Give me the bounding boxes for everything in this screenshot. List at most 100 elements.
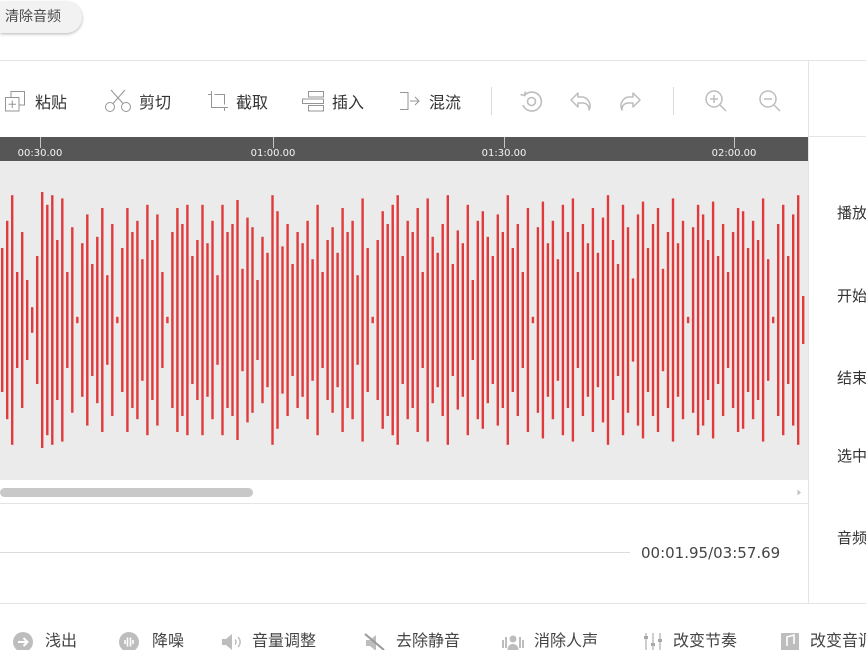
waveform-bar (691, 227, 695, 413)
waveform-bar (431, 236, 434, 404)
waveform-bar (251, 227, 254, 413)
ruler-tick-label: 01:00.00 (250, 148, 296, 159)
scrollbar-thumb[interactable] (0, 488, 253, 497)
zoom-in-button[interactable] (703, 86, 729, 116)
toolbar-separator (491, 87, 492, 115)
denoise-button[interactable]: 降噪 (118, 631, 184, 650)
ruler-tick (40, 137, 41, 148)
waveform-bar (121, 248, 124, 392)
zoom-out-button[interactable] (757, 86, 783, 116)
trim-button[interactable]: 截取 (206, 86, 268, 116)
remove-silence-button[interactable]: 去除静音 (362, 631, 460, 650)
waveform-bar (286, 224, 289, 416)
waveform-bar (496, 214, 499, 426)
waveform-bar (271, 195, 274, 445)
waveform-bar (621, 204, 625, 436)
zoom-in-icon (705, 90, 727, 112)
waveform-bar (76, 316, 79, 324)
waveform-bar (66, 272, 69, 368)
paste-icon (5, 91, 25, 112)
insert-icon (302, 91, 324, 112)
side-label-selected: 选中 (837, 447, 866, 465)
waveform-bar (61, 198, 64, 442)
scissors-icon (105, 89, 131, 112)
waveform-bar (736, 208, 740, 432)
waveform-bar (641, 201, 645, 439)
waveform-bar (81, 243, 84, 397)
waveform-bar (71, 227, 74, 413)
waveform-area[interactable] (0, 161, 808, 480)
waveform-bar (56, 240, 59, 400)
waveform-bar (787, 256, 790, 384)
waveform-bar (256, 280, 259, 360)
fade-out-button[interactable]: 浅出 (12, 631, 77, 650)
waveform-bar (21, 232, 24, 408)
waveform-bar (201, 204, 204, 436)
paste-button[interactable]: 粘贴 (3, 86, 67, 116)
timeline-ruler[interactable]: 00:30.00 01:00.00 01:30.00 02:00.00 (0, 137, 808, 161)
remove-silence-label: 去除静音 (396, 631, 461, 650)
waveform-bar (601, 217, 605, 423)
waveform-bar (6, 220, 9, 420)
waveform-bar (391, 204, 394, 436)
remove-vocal-label: 消除人声 (534, 631, 599, 650)
side-label-play: 播放 (837, 204, 866, 222)
effects-divider (0, 603, 866, 604)
waveform-bar (631, 278, 635, 362)
side-label-start: 开始 (837, 287, 866, 305)
waveform-bar (371, 316, 374, 324)
waveform-bar (311, 259, 314, 381)
clear-audio-button[interactable]: 清除音频 (0, 2, 82, 33)
insert-button[interactable]: 插入 (300, 86, 364, 116)
waveform-bar (606, 195, 610, 445)
waveform-bar (761, 198, 765, 442)
waveform-bar (246, 217, 249, 423)
waveform-bar (446, 195, 449, 445)
waveform-bar (181, 224, 184, 416)
remove-vocal-button[interactable]: 消除人声 (500, 631, 598, 650)
waveform-bar (501, 232, 504, 408)
fade-out-label: 浅出 (45, 631, 78, 650)
volume-adjust-button[interactable]: 音量调整 (220, 631, 316, 650)
waveform-bar (86, 214, 89, 426)
waveform-bar (746, 248, 750, 392)
waveform-bar (526, 208, 530, 432)
waveform-bar (721, 224, 725, 416)
redo-icon (620, 92, 641, 111)
waveform-bar (586, 243, 590, 397)
mix-button[interactable]: 混流 (398, 86, 461, 116)
mix-icon (400, 92, 420, 110)
undo-button[interactable] (568, 86, 594, 116)
waveform-bar (336, 252, 339, 388)
change-tempo-button[interactable]: 改变节奏 (642, 631, 737, 650)
waveform-bar (716, 256, 720, 384)
waveform-bar (101, 208, 104, 432)
waveform-bar (26, 280, 29, 360)
waveform-bar (331, 227, 334, 413)
waveform-bar (777, 224, 780, 416)
waveform-bar (471, 280, 474, 360)
waveform-bar (546, 243, 550, 397)
waveform-bar (556, 259, 560, 381)
waveform-bar (96, 236, 99, 404)
waveform-bar (166, 316, 169, 324)
history-button[interactable] (517, 86, 546, 116)
volume-adjust-label: 音量调整 (252, 631, 317, 650)
waveform-bar (126, 208, 129, 432)
ruler-tick (273, 137, 274, 148)
scroll-right-button[interactable] (794, 487, 804, 498)
waveform-bar (321, 272, 324, 368)
waveform-bar (326, 240, 329, 400)
waveform-bar (241, 268, 244, 372)
redo-button[interactable] (617, 86, 643, 116)
waveform-bar (706, 240, 710, 400)
waveform-bar (36, 256, 39, 384)
playback-progress-track[interactable] (0, 552, 630, 553)
change-pitch-button[interactable]: 改变音调 (780, 631, 866, 650)
waveform-bar (191, 256, 194, 384)
waveform-bar (596, 252, 600, 388)
horizontal-scrollbar[interactable] (0, 484, 808, 501)
cut-button[interactable]: 剪切 (104, 86, 171, 116)
fade-out-icon (13, 632, 33, 650)
toolbar-separator (673, 87, 674, 115)
